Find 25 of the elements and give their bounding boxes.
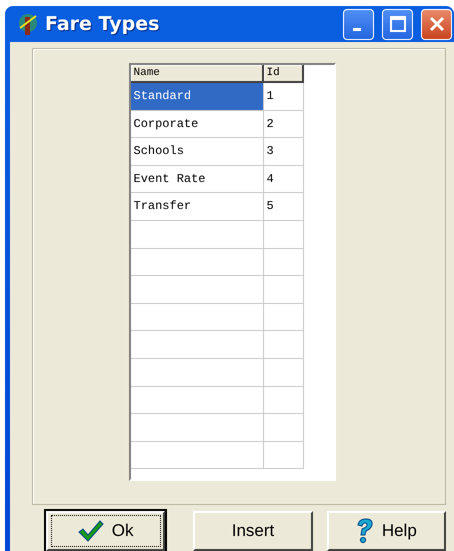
minimize-button[interactable]	[343, 8, 374, 40]
close-icon	[428, 16, 444, 32]
table-cell[interactable]: 3	[264, 138, 304, 166]
table-cell[interactable]: 1	[264, 83, 304, 111]
question-mark-icon	[356, 518, 374, 544]
app-icon	[17, 12, 39, 36]
column-header[interactable]: Id	[264, 65, 304, 83]
table-cell[interactable]: 4	[264, 166, 304, 194]
table-cell[interactable]: Standard	[130, 83, 264, 111]
window-title: Fare Types	[45, 13, 160, 35]
table-cell[interactable]: Schools	[130, 138, 264, 166]
checkmark-icon	[78, 520, 104, 542]
table-cell[interactable]: 5	[264, 193, 304, 221]
table-cell[interactable]: Transfer	[130, 193, 264, 221]
close-button[interactable]	[421, 8, 452, 40]
maximize-icon	[390, 16, 406, 32]
table-cell[interactable]: Event Rate	[130, 166, 264, 194]
maximize-button[interactable]	[382, 8, 413, 40]
minimize-icon	[352, 28, 360, 30]
ok-button[interactable]: Ok	[46, 511, 166, 551]
help-button[interactable]: Help	[326, 511, 446, 551]
table-cell[interactable]: Corporate	[130, 110, 264, 138]
column-header[interactable]: Name	[130, 65, 264, 83]
table-cell[interactable]: 2	[264, 110, 304, 138]
insert-button[interactable]: Insert	[193, 511, 313, 551]
